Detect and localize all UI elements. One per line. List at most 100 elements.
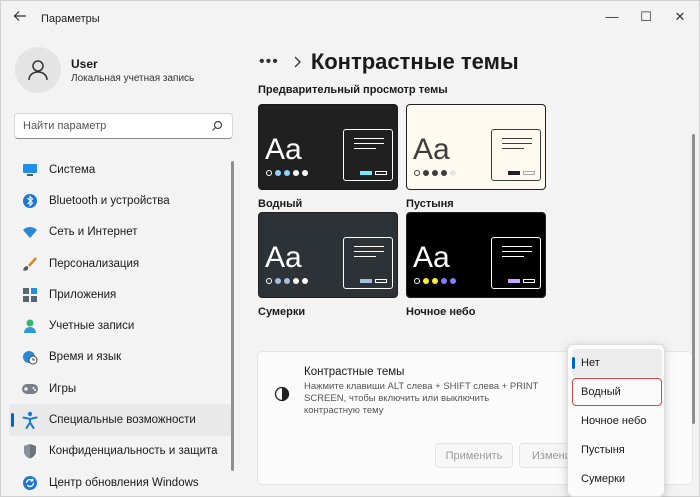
sidebar-item-apps[interactable]: Приложения — [9, 279, 231, 310]
theme-color-dot — [293, 278, 299, 284]
theme-color-dot — [414, 170, 420, 176]
maximize-button[interactable]: ☐ — [635, 7, 657, 27]
dropdown-option-desert[interactable]: Пустыня — [572, 436, 662, 464]
apply-button[interactable]: Применить — [435, 443, 513, 468]
theme-mini-line — [354, 148, 376, 149]
app-title: Параметры — [41, 13, 100, 25]
theme-color-dot — [441, 278, 447, 284]
theme-name-dusk: Сумерки — [258, 306, 306, 318]
user-profile[interactable]: User Локальная учетная запись — [15, 47, 235, 97]
theme-color-dot — [275, 170, 281, 176]
theme-preview-label: Предварительный просмотр темы — [258, 84, 448, 96]
search-icon[interactable] — [210, 119, 224, 133]
dropdown-option-dusk[interactable]: Сумерки — [572, 465, 662, 493]
theme-color-dot — [266, 170, 272, 176]
globe-clock-icon — [21, 348, 39, 366]
sidebar-item-time-language[interactable]: Время и язык — [9, 342, 231, 373]
gamepad-icon — [21, 380, 39, 398]
theme-mini-button — [360, 279, 372, 283]
theme-color-dots — [266, 278, 308, 284]
theme-color-dot — [450, 278, 456, 284]
sidebar-item-accounts[interactable]: Учетные записи — [9, 310, 231, 341]
theme-sample-text: Aa — [265, 241, 302, 274]
theme-card-desert[interactable]: Aa — [406, 104, 546, 190]
theme-color-dot — [450, 170, 456, 176]
theme-color-dots — [414, 278, 456, 284]
arrow-left-icon — [13, 11, 26, 21]
avatar — [15, 47, 61, 93]
contrast-icon — [274, 386, 290, 402]
theme-color-dot — [266, 278, 272, 284]
settings-window: Параметры — ☐ ✕ User Локальная учетная з… — [0, 0, 700, 497]
close-button[interactable]: ✕ — [669, 7, 691, 27]
main-scrollbar[interactable] — [692, 134, 695, 424]
account-type: Локальная учетная запись — [71, 73, 195, 84]
sidebar-item-network[interactable]: Сеть и Интернет — [9, 217, 231, 248]
theme-sample-text: Aa — [265, 133, 302, 166]
sidebar-item-gaming[interactable]: Игры — [9, 373, 231, 404]
dropdown-option-aquatic[interactable]: Водный — [572, 378, 662, 406]
theme-color-dot — [284, 278, 290, 284]
sidebar-item-accessibility[interactable]: Специальные возможности — [9, 404, 231, 436]
theme-mini-line — [354, 256, 376, 257]
title-bar: Параметры — ☐ ✕ — [1, 1, 700, 35]
user-name: User — [71, 57, 98, 71]
sidebar-nav: Система Bluetooth и устройства Сеть и Ин… — [9, 154, 231, 497]
theme-color-dot — [441, 170, 447, 176]
update-icon — [21, 474, 39, 492]
theme-mini-button — [508, 171, 520, 175]
theme-card-dusk[interactable]: Aa — [258, 212, 398, 298]
theme-color-dots — [414, 170, 456, 176]
theme-card-aquatic[interactable]: Aa — [258, 104, 398, 190]
sidebar-item-personalization[interactable]: Персонализация — [9, 248, 231, 279]
theme-color-dots — [266, 170, 308, 176]
chevron-right-icon — [294, 56, 301, 68]
theme-color-dot — [414, 278, 420, 284]
theme-mini-line — [502, 138, 532, 139]
theme-color-dot — [423, 278, 429, 284]
theme-mini-line — [502, 251, 532, 252]
sidebar-item-bluetooth[interactable]: Bluetooth и устройства — [9, 185, 231, 216]
breadcrumb: ••• Контрастные темы — [259, 47, 519, 77]
page-title: Контрастные темы — [310, 49, 519, 74]
theme-color-dot — [275, 278, 281, 284]
theme-mini-button — [375, 279, 387, 283]
theme-mini-button — [523, 279, 535, 283]
bluetooth-icon — [21, 192, 39, 210]
monitor-icon — [21, 161, 39, 179]
back-button[interactable] — [11, 9, 29, 27]
sidebar-item-windows-update[interactable]: Центр обновления Windows — [9, 467, 231, 497]
theme-mini-window — [343, 129, 393, 181]
theme-mini-button — [375, 171, 387, 175]
contrast-themes-title: Контрастные темы — [304, 366, 405, 378]
sidebar-scrollbar[interactable] — [231, 161, 234, 471]
theme-mini-button — [508, 279, 520, 283]
dropdown-option-none[interactable]: Нет — [572, 349, 662, 377]
theme-mini-line — [502, 148, 524, 149]
wifi-icon — [21, 223, 39, 241]
theme-mini-window — [343, 237, 393, 289]
theme-mini-line — [354, 138, 384, 139]
theme-sample-text: Aa — [413, 133, 450, 166]
sidebar-item-privacy[interactable]: Конфиденциальность и защита — [9, 436, 231, 467]
sidebar-item-system[interactable]: Система — [9, 154, 231, 185]
minimize-button[interactable]: — — [601, 7, 623, 27]
theme-color-dot — [302, 278, 308, 284]
theme-color-dot — [423, 170, 429, 176]
theme-mini-line — [354, 246, 384, 247]
theme-name-night-sky: Ночное небо — [406, 306, 476, 318]
breadcrumb-more-button[interactable]: ••• — [259, 53, 279, 71]
theme-mini-button — [523, 171, 535, 175]
accessibility-icon — [21, 411, 39, 430]
search-input[interactable] — [23, 118, 213, 134]
theme-color-dot — [284, 170, 290, 176]
contrast-theme-dropdown: Нет Водный Ночное небо Пустыня Сумерки — [567, 344, 665, 497]
theme-name-desert: Пустыня — [406, 198, 454, 210]
theme-card-night-sky[interactable]: Aa — [406, 212, 546, 298]
theme-mini-line — [354, 251, 384, 252]
theme-mini-line — [502, 256, 524, 257]
theme-color-dot — [302, 170, 308, 176]
dropdown-option-night-sky[interactable]: Ночное небо — [572, 407, 662, 435]
theme-mini-line — [354, 143, 384, 144]
theme-name-aquatic: Водный — [258, 198, 303, 210]
